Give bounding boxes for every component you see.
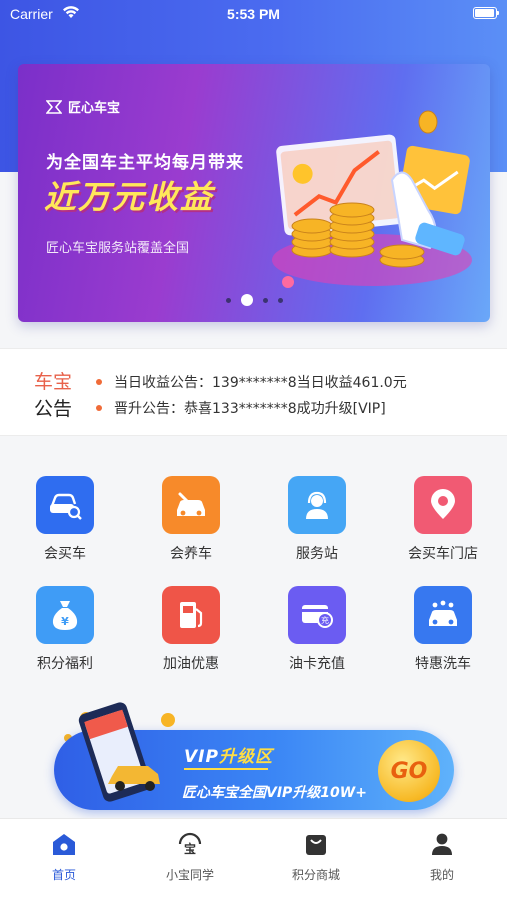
- service-agent-icon: [288, 476, 346, 534]
- service-fuel-card-recharge[interactable]: 充 油卡充值: [254, 586, 380, 673]
- banner-highlight: 近万元收益: [44, 178, 215, 216]
- tab-home[interactable]: 首页: [1, 831, 127, 883]
- carousel-dot[interactable]: [262, 298, 268, 303]
- service-car-store[interactable]: 会买车门店: [380, 476, 506, 563]
- service-buy-car[interactable]: 会买车: [2, 476, 128, 563]
- car-search-icon: [36, 476, 94, 534]
- announcement-title-bottom: 公告: [34, 398, 73, 420]
- location-pin-icon: [414, 476, 472, 534]
- announcement-text: 晋升公告：恭喜133*******8成功升级[VIP]: [114, 401, 386, 417]
- brand-name: 匠心车宝: [68, 101, 121, 116]
- service-station[interactable]: 服务站: [254, 476, 380, 563]
- vip-divider: [184, 768, 268, 770]
- service-label: 积分福利: [37, 656, 93, 672]
- promo-banner[interactable]: 匠心车宝 为全国车主平均每月带来 近万元收益 匠心车宝服务站覆盖全国: [18, 64, 490, 322]
- service-label: 油卡充值: [289, 656, 345, 672]
- revenue-chart-illustration: [272, 110, 472, 288]
- svg-text:¥: ¥: [61, 615, 69, 628]
- clock: 5:53 PM: [227, 6, 280, 22]
- brand-logo: 匠心车宝: [46, 97, 120, 116]
- service-label: 会买车门店: [408, 546, 478, 562]
- carousel-dot[interactable]: [277, 298, 283, 303]
- announcement-item[interactable]: 当日收益公告：139*******8当日收益461.0元: [96, 369, 407, 395]
- home-icon: [1, 831, 127, 857]
- tab-label: 首页: [51, 868, 76, 882]
- car-repair-icon: [162, 476, 220, 534]
- carousel-indicator[interactable]: [18, 294, 490, 306]
- tab-profile[interactable]: 我的: [379, 831, 505, 883]
- phone-car-illustration: [78, 702, 175, 802]
- car-wash-icon: [414, 586, 472, 644]
- bullet-icon: [96, 379, 102, 385]
- service-car-care[interactable]: 会养车: [128, 476, 254, 563]
- assistant-icon: 宝: [127, 831, 253, 857]
- service-label: 特惠洗车: [415, 656, 471, 672]
- fuel-pump-icon: [162, 586, 220, 644]
- service-fuel-discount[interactable]: 加油优惠: [128, 586, 254, 673]
- announcement-panel[interactable]: 车宝 公告 当日收益公告：139*******8当日收益461.0元 晋升公告：…: [0, 348, 507, 436]
- announcement-item[interactable]: 晋升公告：恭喜133*******8成功升级[VIP]: [96, 395, 407, 421]
- announcement-text: 当日收益公告：139*******8当日收益461.0元: [114, 375, 407, 391]
- shopping-bag-icon: [253, 831, 379, 857]
- bottom-tab-bar: 首页 宝 小宝同学 积分商城 我的: [0, 818, 507, 900]
- service-car-wash[interactable]: 特惠洗车: [380, 586, 506, 673]
- carousel-dot[interactable]: [225, 298, 231, 303]
- svg-text:宝: 宝: [184, 841, 196, 856]
- vip-title-prefix: VIP: [184, 747, 219, 767]
- tab-label: 小宝同学: [165, 868, 214, 882]
- service-label: 服务站: [296, 546, 338, 562]
- card-recharge-icon: 充: [288, 586, 346, 644]
- vip-subtitle: 匠心车宝全国VIP升级10W+: [182, 785, 367, 801]
- profile-icon: [379, 831, 505, 857]
- battery-icon: [473, 7, 499, 19]
- tab-points-mall[interactable]: 积分商城: [253, 831, 379, 883]
- tab-label: 积分商城: [291, 868, 340, 882]
- money-bag-icon: ¥: [36, 586, 94, 644]
- svg-text:充: 充: [321, 615, 329, 625]
- status-bar: Carrier 5:53 PM: [0, 0, 507, 28]
- vip-title: VIP升级区: [184, 742, 273, 767]
- go-button[interactable]: GO: [378, 740, 440, 802]
- vip-title-suffix: 升级区: [218, 747, 273, 767]
- service-label: 会养车: [170, 546, 212, 562]
- bullet-icon: [96, 405, 102, 411]
- tab-assistant[interactable]: 宝 小宝同学: [127, 831, 253, 883]
- banner-headline: 为全国车主平均每月带来: [46, 153, 244, 173]
- service-points-benefit[interactable]: ¥ 积分福利: [2, 586, 128, 673]
- tab-label: 我的: [429, 868, 454, 882]
- service-label: 加油优惠: [163, 656, 219, 672]
- brand-mark-icon: [46, 99, 62, 114]
- banner-subline: 匠心车宝服务站覆盖全国: [46, 241, 190, 256]
- service-label: 会买车: [44, 546, 86, 562]
- carousel-dot-active[interactable]: [240, 294, 253, 306]
- vip-upgrade-banner[interactable]: VIP升级区 匠心车宝全国VIP升级10W+ GO: [54, 702, 454, 810]
- announcement-title-top: 车宝: [34, 371, 73, 393]
